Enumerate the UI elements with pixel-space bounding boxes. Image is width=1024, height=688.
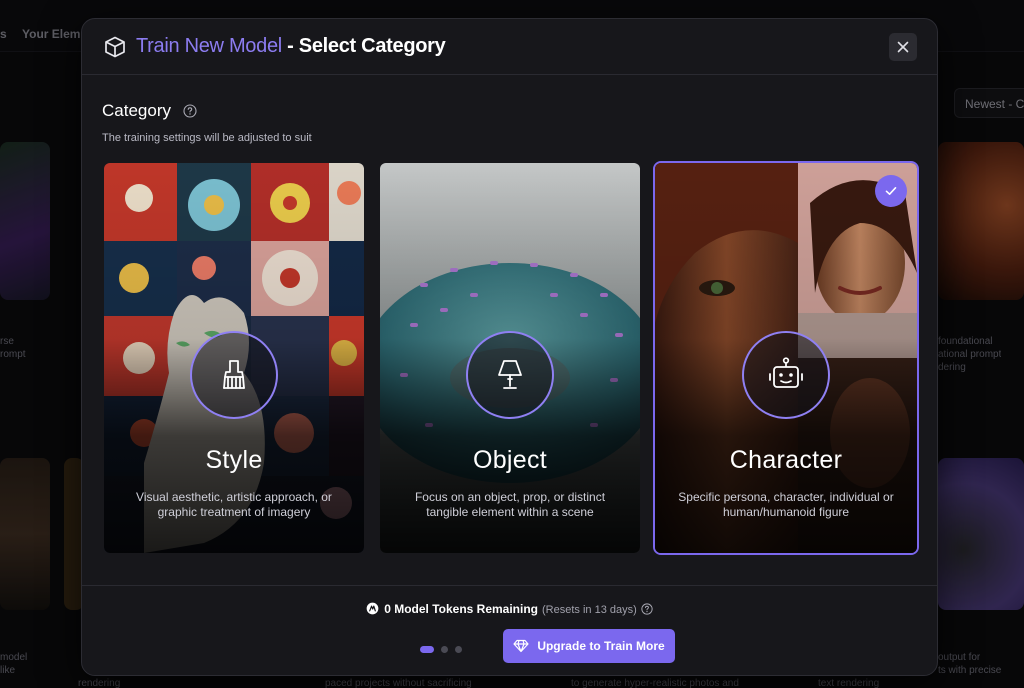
upgrade-button-label: Upgrade to Train More	[537, 639, 665, 653]
card-description: Visual aesthetic, artistic approach, or …	[136, 490, 332, 519]
token-icon	[366, 602, 379, 615]
pager-dot-active[interactable]	[420, 646, 434, 653]
modal-title-accent: Train New Model	[136, 35, 282, 57]
upgrade-button[interactable]: Upgrade to Train More	[503, 629, 675, 663]
category-title: Category	[102, 101, 171, 120]
lamp-icon-circle	[466, 331, 554, 419]
modal-footer: 0 Model Tokens Remaining (Resets in 13 da…	[82, 585, 937, 675]
cube-icon	[105, 36, 125, 58]
card-title: Character	[729, 446, 843, 474]
tokens-remaining-text: 0 Model Tokens Remaining	[384, 602, 539, 616]
category-card-object[interactable]: Object Focus on an object, prop, or dist…	[380, 163, 640, 553]
help-icon[interactable]	[641, 603, 653, 615]
pager-dot[interactable]	[441, 646, 448, 653]
card-title: Object	[472, 446, 548, 474]
help-icon[interactable]	[183, 104, 197, 118]
close-button[interactable]	[889, 33, 917, 61]
category-card-style[interactable]: Style Visual aesthetic, artistic approac…	[104, 163, 364, 553]
robot-icon-circle	[742, 331, 830, 419]
robot-icon	[769, 357, 803, 388]
lamp-icon	[498, 360, 522, 389]
train-model-modal: Train New Model - Select Category Catego…	[81, 18, 938, 676]
modal-header: Train New Model - Select Category	[82, 19, 937, 75]
selected-check-badge	[875, 175, 907, 207]
token-status: 0 Model Tokens Remaining (Resets in 13 da…	[82, 602, 937, 616]
pager-dot[interactable]	[455, 646, 462, 653]
card-description: Focus on an object, prop, or distinct ta…	[414, 490, 606, 519]
tokens-reset-text: (Resets in 13 days)	[542, 604, 637, 616]
diamond-icon	[513, 639, 529, 653]
close-icon	[897, 41, 909, 53]
check-icon	[885, 187, 897, 195]
modal-title: Train New Model - Select Category	[136, 35, 446, 58]
card-description: Specific persona, character, individual …	[678, 490, 894, 519]
card-title: Style	[205, 446, 263, 474]
category-card-character[interactable]: Character Specific persona, character, i…	[653, 161, 919, 555]
modal-title-rest: - Select Category	[281, 35, 446, 57]
brush-icon	[223, 360, 245, 389]
brush-icon-circle	[190, 331, 278, 419]
category-description: The training settings will be adjusted t…	[102, 132, 312, 144]
